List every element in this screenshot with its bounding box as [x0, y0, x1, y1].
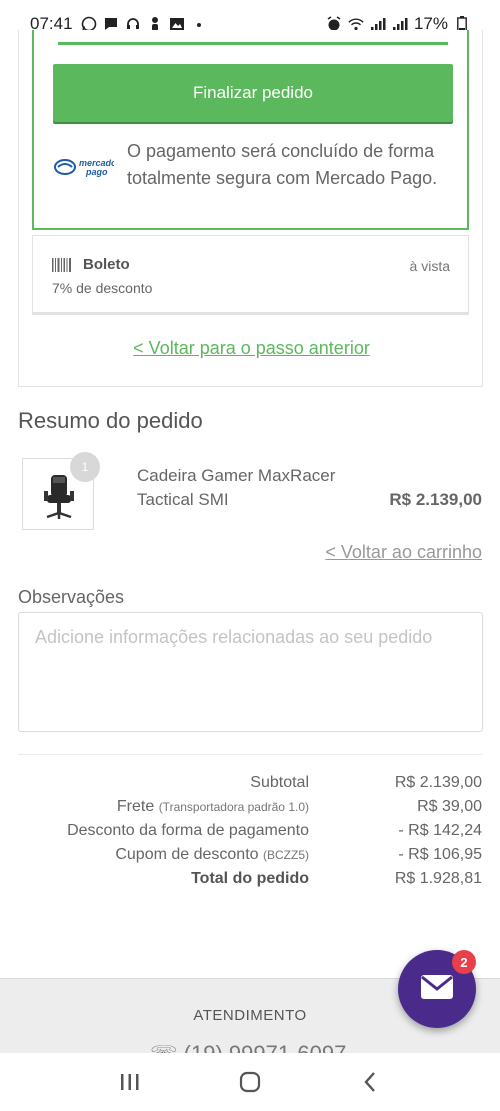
- payment-option-boleto[interactable]: Boleto 7% de desconto à vista: [32, 235, 469, 315]
- divider: [18, 754, 483, 755]
- subtotal-row: Subtotal R$ 2.139,00: [0, 774, 500, 798]
- subtotal-value: R$ 2.139,00: [394, 774, 482, 791]
- back-button[interactable]: [350, 1062, 390, 1102]
- subtotal-label: Subtotal: [250, 774, 309, 791]
- payment-option-mercado-pago[interactable]: Finalizar pedido mercado pago O pagament…: [32, 30, 469, 230]
- system-navigation-bar: [0, 1053, 500, 1111]
- back-to-cart-link[interactable]: < Voltar ao carrinho: [325, 542, 482, 563]
- mail-icon: [420, 974, 454, 1005]
- product-price: R$ 2.139,00: [389, 490, 482, 509]
- payment-discount-row: Desconto da forma de pagamento - R$ 142,…: [0, 822, 500, 846]
- barcode-icon: [52, 258, 72, 272]
- observations-label: Observações: [18, 587, 125, 607]
- boleto-discount: 7% de desconto: [52, 280, 153, 296]
- coupon-code: (BCZZ5): [263, 848, 309, 862]
- mercado-pago-logo: mercado pago: [54, 154, 117, 180]
- home-button[interactable]: [230, 1062, 270, 1102]
- coupon-label: Cupom de desconto: [115, 846, 259, 863]
- shipping-label-group: Frete (Transportadora padrão 1.0): [117, 798, 309, 816]
- back-to-previous-step-link[interactable]: < Voltar para o passo anterior: [19, 338, 484, 359]
- payment-discount-value: - R$ 142,24: [398, 822, 482, 839]
- total-row: Total do pedido R$ 1.928,81: [0, 870, 500, 894]
- payment-section: Finalizar pedido mercado pago O pagament…: [18, 30, 483, 387]
- order-totals: Subtotal R$ 2.139,00 Frete (Transportado…: [0, 774, 500, 894]
- shipping-note: (Transportadora padrão 1.0): [158, 800, 309, 814]
- total-label: Total do pedido: [191, 870, 309, 887]
- coupon-row: Cupom de desconto (BCZZ5) - R$ 106,95: [0, 846, 500, 870]
- order-summary-title: Resumo do pedido: [18, 408, 203, 433]
- recent-apps-button[interactable]: [110, 1062, 150, 1102]
- divider: [58, 42, 448, 45]
- boleto-title: Boleto: [83, 256, 130, 273]
- mercado-pago-description: O pagamento será concluído de forma tota…: [127, 141, 438, 188]
- payment-discount-label: Desconto da forma de pagamento: [67, 822, 309, 839]
- coupon-value: - R$ 106,95: [398, 846, 482, 863]
- product-name: Cadeira Gamer MaxRacer Tactical SMI: [137, 466, 336, 509]
- shipping-label: Frete: [116, 798, 155, 815]
- coupon-label-group: Cupom de desconto (BCZZ5): [115, 846, 309, 864]
- observations-field[interactable]: [18, 612, 483, 732]
- total-value: R$ 1.928,81: [394, 870, 482, 887]
- svg-text:pago: pago: [85, 167, 108, 177]
- finish-order-button[interactable]: Finalizar pedido: [53, 64, 453, 122]
- chat-notification-badge: 2: [452, 950, 476, 974]
- quantity-badge: 1: [70, 452, 100, 482]
- boleto-term: à vista: [409, 258, 450, 274]
- shipping-value: R$ 39,00: [417, 798, 482, 815]
- shipping-row: Frete (Transportadora padrão 1.0) R$ 39,…: [0, 798, 500, 822]
